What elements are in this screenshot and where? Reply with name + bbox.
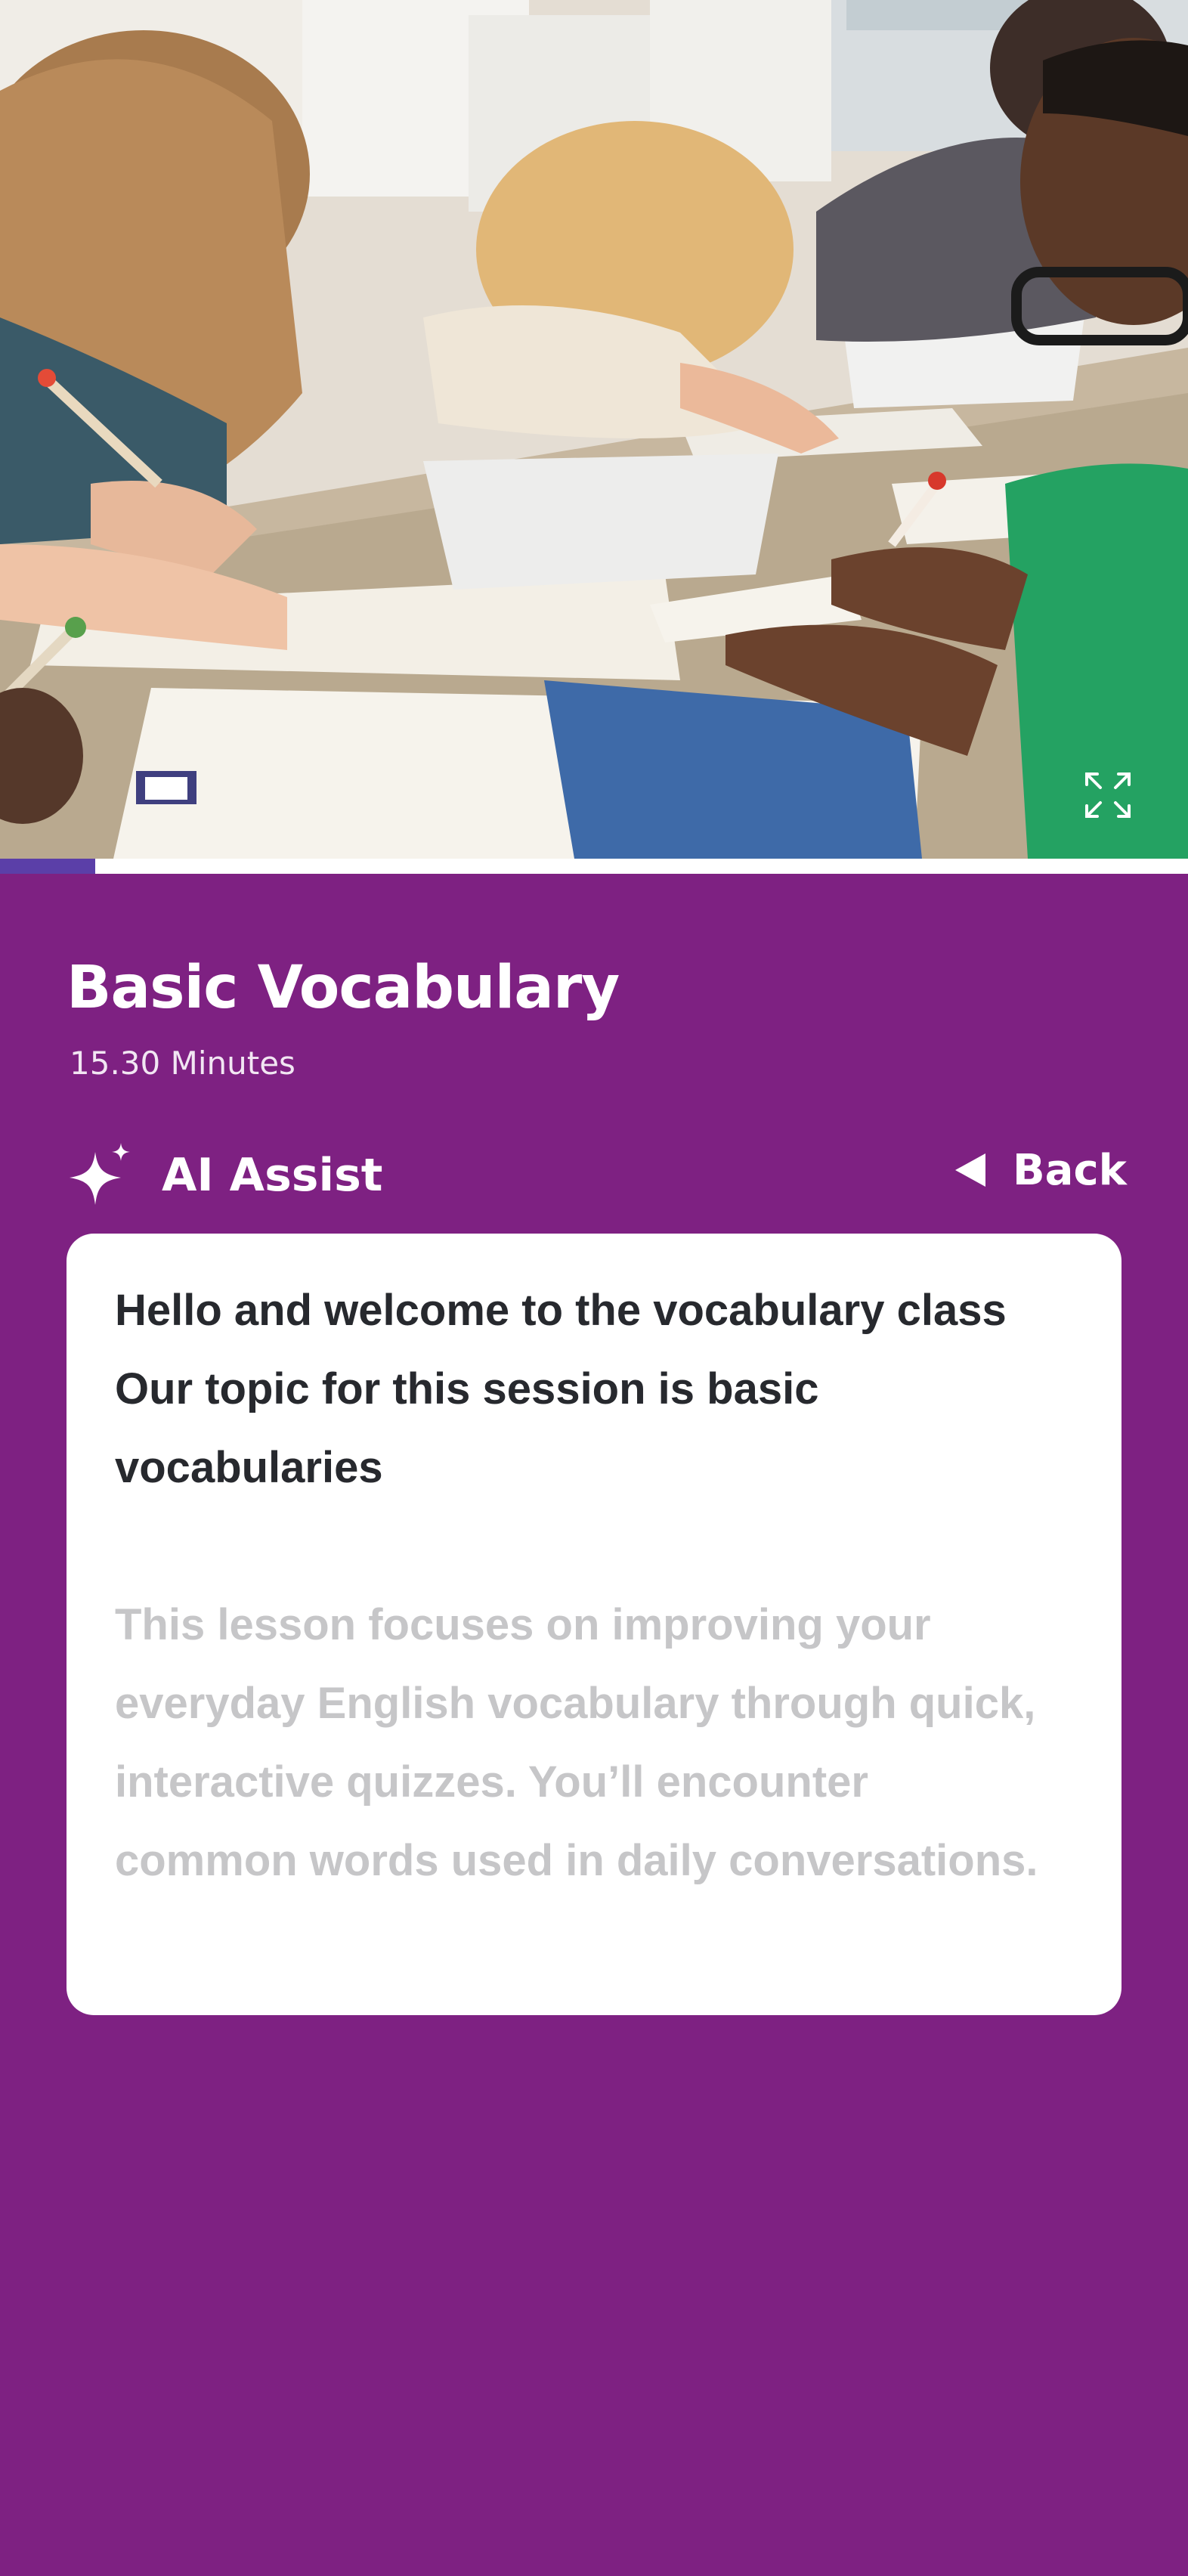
ai-assist-header: AI Assist: [67, 1141, 382, 1209]
transcript-line: vocabularies: [115, 1443, 383, 1492]
transcript-card: Hello and welcome to the vocabulary clas…: [67, 1234, 1121, 2015]
lesson-video[interactable]: [0, 0, 1188, 859]
transcript-line: This lesson focuses on improving your: [115, 1600, 931, 1649]
lesson-title: Basic Vocabulary: [67, 954, 620, 1022]
transcript-line: interactive quizzes. You’ll encounter: [115, 1757, 868, 1807]
ai-assist-label: AI Assist: [162, 1149, 383, 1202]
back-button[interactable]: Back: [954, 1140, 1127, 1200]
sparkle-icon: [70, 1143, 130, 1205]
transcript-line: everyday English vocabulary through quic…: [115, 1679, 1036, 1728]
classroom-photo: [0, 0, 1188, 859]
back-label: Back: [1013, 1145, 1127, 1195]
transcript-upcoming-text: This lesson focuses on improving your ev…: [115, 1586, 1073, 1900]
transcript-current-text: Hello and welcome to the vocabulary clas…: [115, 1271, 1073, 1507]
triangle-left-icon: [955, 1153, 985, 1187]
transcript-line: Hello and welcome to the vocabulary clas…: [115, 1286, 1007, 1335]
lesson-player-screen: Basic Vocabulary 15.30 Minutes AI Assist…: [0, 0, 1188, 2576]
expand-icon: [1085, 772, 1131, 818]
lesson-duration: 15.30 Minutes: [70, 1045, 295, 1082]
expand-button[interactable]: [1081, 768, 1135, 822]
transcript-line: Our topic for this session is basic: [115, 1364, 819, 1413]
video-progress-bar[interactable]: [0, 859, 1188, 874]
video-progress-fill: [0, 859, 95, 874]
transcript-line: common words used in daily conversations…: [115, 1836, 1038, 1885]
